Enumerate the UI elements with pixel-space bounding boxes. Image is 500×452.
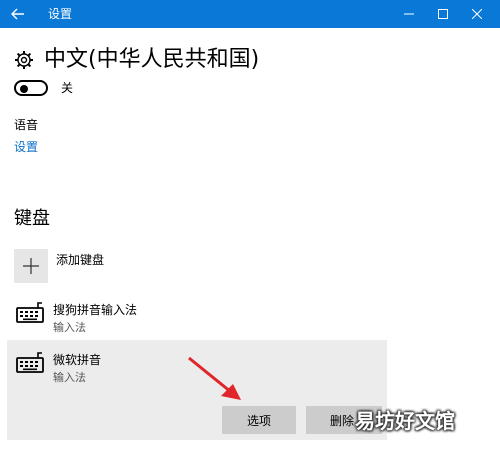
maximize-icon [438, 9, 448, 19]
title-bar: 设置 [0, 0, 500, 28]
speech-label: 语音 [14, 118, 39, 132]
language-toggle[interactable] [14, 80, 48, 96]
page-title: 中文(中华人民共和国) [44, 47, 260, 72]
keyboard-item-name[interactable]: 搜狗拼音输入法 [53, 301, 137, 318]
gear-icon [15, 51, 33, 69]
close-button[interactable] [454, 0, 500, 28]
speech-settings-link[interactable]: 设置 [14, 138, 38, 155]
arrow-left-icon [11, 8, 24, 20]
keyboard-heading: 键盘 [14, 208, 50, 229]
toggle-state-label: 关 [61, 81, 74, 95]
window-title: 设置 [48, 7, 73, 21]
keyboard-item-subtitle: 输入法 [53, 321, 86, 334]
keyboard-icon [16, 302, 44, 323]
close-icon [472, 9, 482, 19]
plus-icon [23, 258, 39, 274]
add-keyboard-label[interactable]: 添加键盘 [56, 251, 104, 268]
page-header: 中文(中华人民共和国) [14, 44, 259, 76]
keyboard-item-name[interactable]: 微软拼音 [53, 351, 101, 368]
options-button[interactable]: 选项 [222, 406, 296, 434]
add-keyboard-button[interactable] [14, 249, 48, 283]
keyboard-icon [16, 352, 44, 373]
watermark: 易坊好文馆 [355, 409, 455, 433]
keyboard-item-subtitle: 输入法 [53, 371, 86, 384]
minimize-icon [404, 13, 414, 15]
toggle-knob [20, 85, 28, 93]
back-button[interactable] [0, 0, 36, 28]
annotation-arrow-icon [188, 356, 241, 400]
